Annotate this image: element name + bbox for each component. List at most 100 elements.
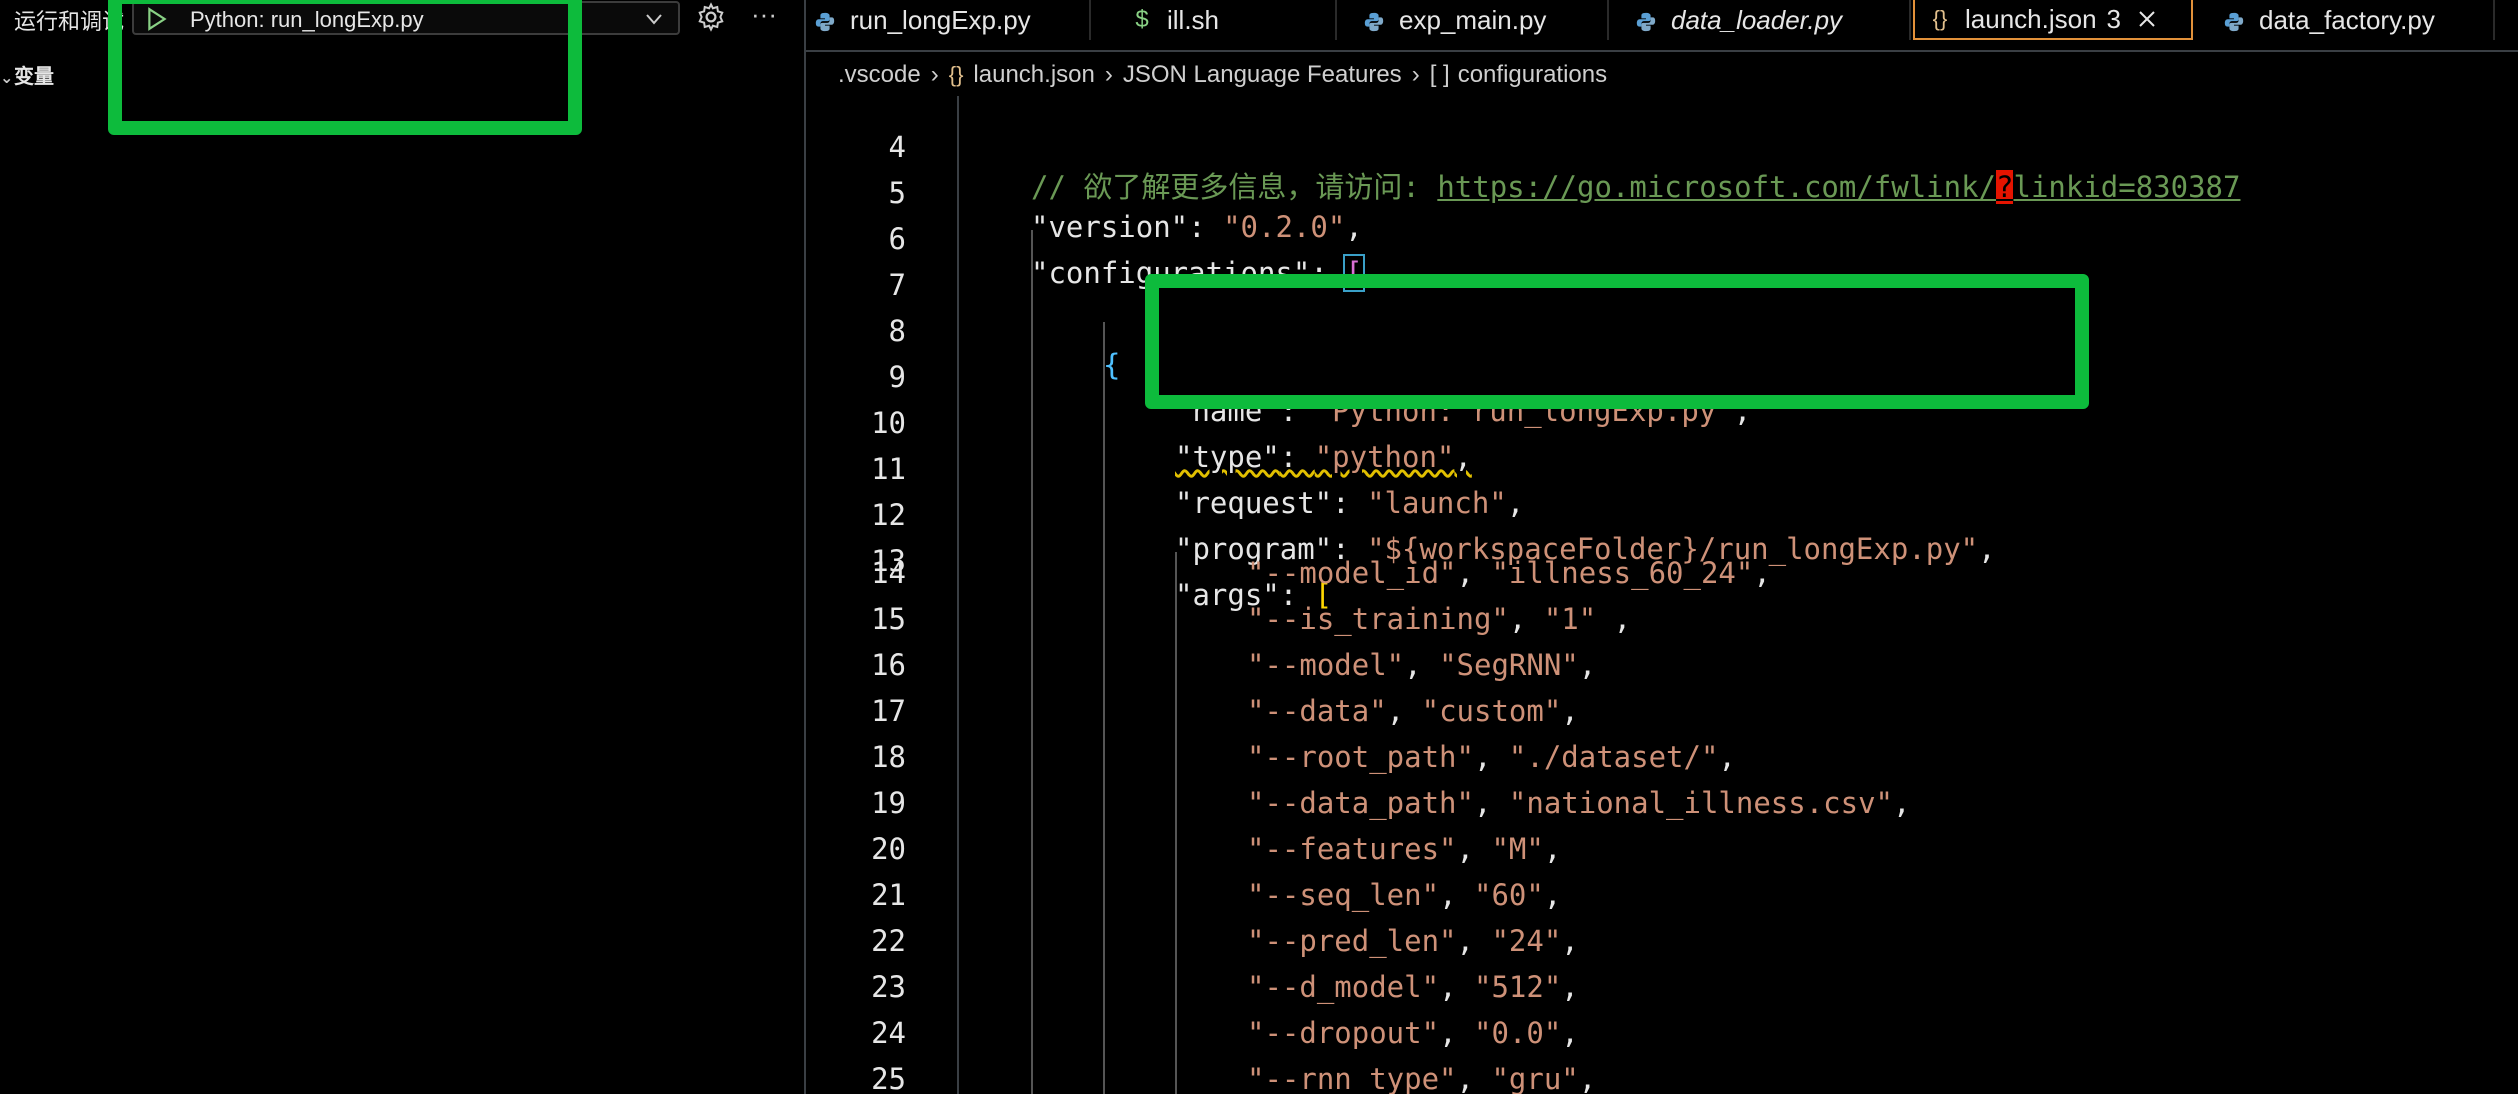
chevron-right-icon: › bbox=[930, 61, 939, 88]
arg-tail: , bbox=[1718, 740, 1736, 774]
breadcrumb-symbol[interactable]: configurations bbox=[1458, 61, 1607, 89]
breadcrumb-section[interactable]: JSON Language Features bbox=[1123, 61, 1402, 89]
vscode-window: 运行和调试 Python: run_longExp.py ··· ⌄变量 run… bbox=[0, 0, 2518, 1094]
line-number: 23 bbox=[871, 970, 906, 1004]
arg-value: "1" bbox=[1543, 602, 1597, 636]
code-line: 25 "--rnn_type", "gru", bbox=[806, 1062, 2518, 1094]
arg-flag: "--rnn_type" bbox=[1247, 1062, 1457, 1094]
gear-icon[interactable] bbox=[696, 2, 726, 32]
tab-label: data_loader.py bbox=[1671, 4, 1843, 35]
close-icon[interactable] bbox=[2135, 7, 2159, 31]
arg-value: "24" bbox=[1491, 924, 1562, 958]
code-line: 15 "--is_training", "1" , bbox=[806, 602, 2518, 648]
code-content: "--features", "M", bbox=[1247, 832, 1562, 866]
chevron-right-icon: › bbox=[1104, 61, 1113, 88]
code-line: 13 "args": [ bbox=[806, 510, 2518, 612]
code-content: "--data_path", "national_illness.csv", bbox=[1247, 786, 1911, 820]
arg-flag: "--seq_len" bbox=[1247, 878, 1440, 912]
problems-badge: 3 bbox=[2106, 3, 2122, 34]
code-content: "--seq_len", "60", bbox=[1247, 878, 1562, 912]
arg-flag: "--model" bbox=[1247, 648, 1405, 682]
arg-value: "illness_60_24" bbox=[1491, 556, 1754, 590]
arg-tail: , bbox=[1561, 694, 1579, 728]
arg-flag: "--root_path" bbox=[1247, 740, 1474, 774]
shell-icon: $ bbox=[1135, 6, 1149, 33]
variables-section-header[interactable]: ⌄变量 bbox=[0, 60, 54, 88]
code-line: 18 "--root_path", "./dataset/", bbox=[806, 740, 2518, 786]
tab-run-longexp[interactable]: run_longExp.py bbox=[806, 0, 1091, 40]
array-symbol-icon: [ ] bbox=[1429, 61, 1450, 88]
variables-label: 变量 bbox=[14, 66, 54, 88]
python-icon bbox=[2219, 5, 2249, 36]
breadcrumb-folder[interactable]: .vscode bbox=[838, 61, 921, 89]
tab-exp-main[interactable]: exp_main.py bbox=[1339, 0, 1609, 40]
code-content: "--data", "custom", bbox=[1247, 694, 1579, 728]
more-actions-icon[interactable]: ··· bbox=[744, 0, 784, 30]
code-line: 14 "--model_id", "illness_60_24", bbox=[806, 556, 2518, 602]
arg-flag: "--features" bbox=[1247, 832, 1457, 866]
breadcrumb-file[interactable]: launch.json bbox=[973, 61, 1094, 89]
highlight-box-config bbox=[108, 0, 582, 135]
json-braces-icon: {} bbox=[1932, 6, 1948, 31]
chevron-down-icon[interactable] bbox=[642, 7, 666, 31]
line-number: 25 bbox=[871, 1062, 906, 1094]
json-braces-icon: {} bbox=[948, 62, 964, 87]
line-number: 18 bbox=[871, 740, 906, 774]
line-number: 16 bbox=[871, 648, 906, 682]
arg-value: "national_illness.csv" bbox=[1508, 786, 1894, 820]
code-content: "--model", "SegRNN", bbox=[1247, 648, 1597, 682]
arg-flag: "--dropout" bbox=[1247, 1016, 1440, 1050]
code-line: 16 "--model", "SegRNN", bbox=[806, 648, 2518, 694]
line-number: 14 bbox=[871, 556, 906, 590]
arg-flag: "--pred_len" bbox=[1247, 924, 1457, 958]
tab-label: run_longExp.py bbox=[850, 4, 1031, 35]
code-line: 19 "--data_path", "national_illness.csv", bbox=[806, 786, 2518, 832]
arg-tail: , bbox=[1543, 878, 1562, 912]
tab-data-loader[interactable]: data_loader.py bbox=[1611, 0, 1911, 40]
run-debug-panel: 运行和调试 Python: run_longExp.py ··· ⌄变量 bbox=[0, 0, 806, 1094]
arg-value: "SegRNN" bbox=[1439, 648, 1579, 682]
code-content: "--root_path", "./dataset/", bbox=[1247, 740, 1736, 774]
arg-tail: , bbox=[1596, 602, 1632, 636]
code-content: "--rnn_type", "gru", bbox=[1247, 1062, 1597, 1094]
code-content: "--model_id", "illness_60_24", bbox=[1247, 556, 1771, 590]
tab-ill-sh[interactable]: $ ill.sh bbox=[1093, 0, 1337, 40]
breadcrumb: .vscode › {} launch.json › JSON Language… bbox=[838, 58, 1607, 92]
code-line: 22 "--pred_len", "24", bbox=[806, 924, 2518, 970]
arg-tail: , bbox=[1561, 1016, 1579, 1050]
editor-tab-bar: run_longExp.py $ ill.sh exp_main.py data… bbox=[806, 0, 2518, 52]
tab-launch-json[interactable]: {} launch.json 3 bbox=[1913, 0, 2193, 40]
code-line: 11 "request": "launch", bbox=[806, 418, 2518, 520]
arg-value: "512" bbox=[1473, 970, 1562, 1004]
code-line: 21 "--seq_len", "60", bbox=[806, 878, 2518, 924]
tab-label: ill.sh bbox=[1167, 4, 1220, 35]
arg-tail: , bbox=[1561, 924, 1579, 958]
arg-flag: "--data_path" bbox=[1247, 786, 1474, 820]
code-line: 20 "--features", "M", bbox=[806, 832, 2518, 878]
line-number: 24 bbox=[871, 1016, 906, 1050]
python-icon bbox=[1359, 5, 1389, 36]
line-number: 22 bbox=[871, 924, 906, 958]
tab-data-factory[interactable]: data_factory.py bbox=[2195, 0, 2495, 40]
arg-value: "60" bbox=[1473, 878, 1544, 912]
arg-tail: , bbox=[1753, 556, 1771, 590]
line-number: 20 bbox=[871, 832, 906, 866]
code-line: 24 "--dropout", "0.0", bbox=[806, 1016, 2518, 1062]
code-line: 6 "configurations": [ bbox=[806, 188, 2518, 292]
code-line: 4 // 欲了解更多信息，请访问: https://go.microsoft.c… bbox=[806, 96, 2518, 204]
chevron-down-icon: ⌄ bbox=[0, 70, 14, 87]
arg-tail: , bbox=[1578, 648, 1597, 682]
arg-value: "0.0" bbox=[1473, 1016, 1562, 1050]
tab-label: exp_main.py bbox=[1399, 4, 1547, 35]
python-icon bbox=[1631, 5, 1661, 36]
arg-flag: "--data" bbox=[1247, 694, 1387, 728]
arg-tail: , bbox=[1893, 786, 1911, 820]
python-icon bbox=[810, 5, 840, 36]
line-number: 21 bbox=[871, 878, 906, 912]
line-number: 17 bbox=[871, 694, 906, 728]
code-content: "--is_training", "1" , bbox=[1247, 602, 1632, 636]
arg-value: "custom" bbox=[1421, 694, 1562, 728]
code-line: 12 "program": "${workspaceFolder}/run_lo… bbox=[806, 464, 2518, 566]
code-line: 5 "version": "0.2.0", bbox=[806, 142, 2518, 244]
code-editor[interactable]: 4 // 欲了解更多信息，请访问: https://go.microsoft.c… bbox=[806, 96, 2518, 1094]
